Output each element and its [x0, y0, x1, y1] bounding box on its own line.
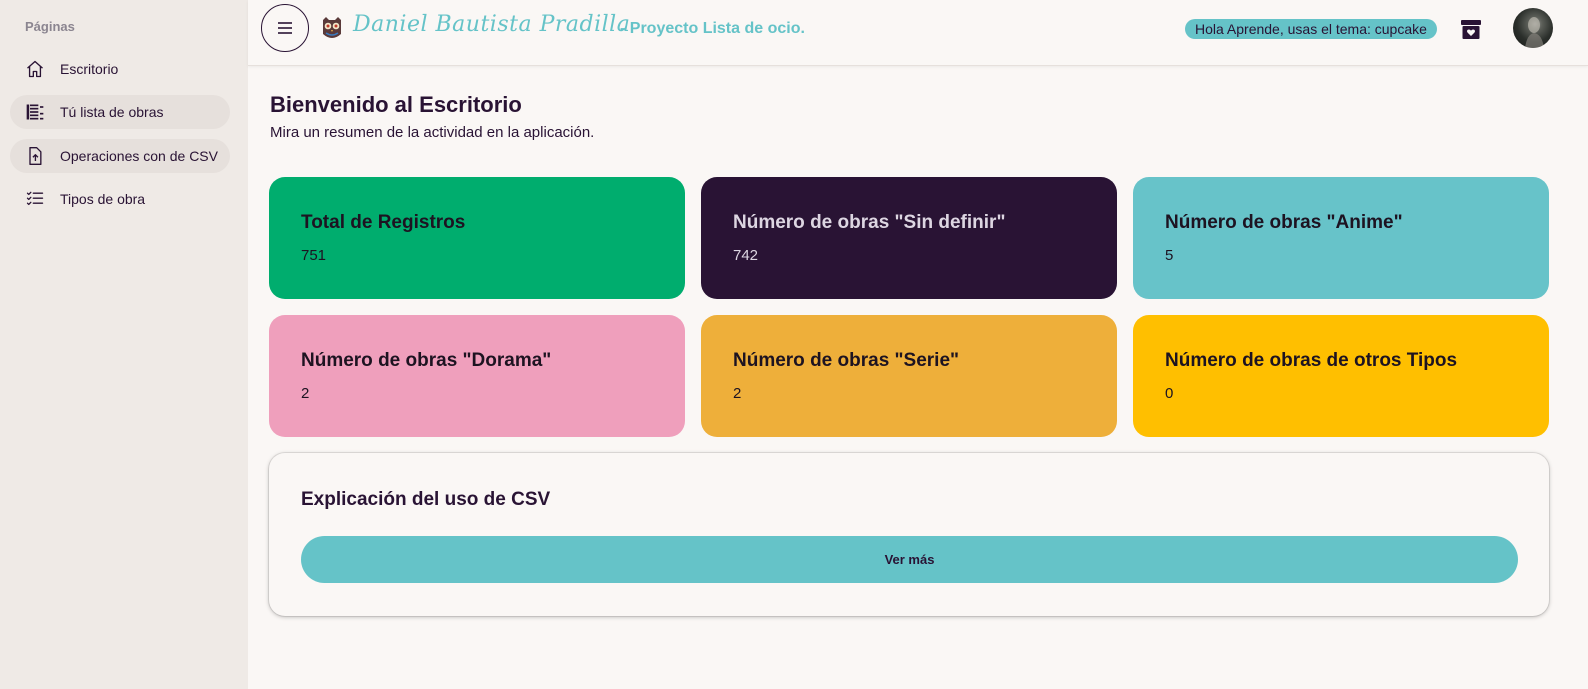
stat-card-sin-definir: Número de obras "Sin definir" 742 — [701, 177, 1117, 299]
stat-card-serie: Número de obras "Serie" 2 — [701, 315, 1117, 437]
archive-heart-icon[interactable] — [1459, 17, 1483, 41]
top-navbar: Daniel Bautista Pradilla - Proyecto List… — [248, 0, 1588, 66]
csv-card-title: Explicación del uso de CSV — [301, 489, 551, 510]
menu-toggle-button[interactable] — [261, 4, 309, 52]
sidebar-item-csv[interactable]: Operaciones con de CSV — [10, 139, 230, 173]
stat-title: Total de Registros — [301, 212, 466, 233]
stat-value: 2 — [733, 385, 742, 402]
page-subtitle: Mira un resumen de la actividad en la ap… — [270, 124, 595, 141]
page-title: Bienvenido al Escritorio — [270, 92, 522, 117]
ver-mas-button[interactable]: Ver más — [301, 536, 1518, 583]
hamburger-icon — [278, 22, 292, 34]
stat-card-otros: Número de obras de otros Tipos 0 — [1133, 315, 1549, 437]
stat-title: Número de obras "Sin definir" — [733, 212, 1006, 233]
sidebar-item-label: Tú lista de obras — [60, 104, 164, 120]
file-upload-icon — [24, 145, 46, 167]
stat-value: 2 — [301, 385, 310, 402]
owl-logo-icon — [321, 16, 343, 40]
home-icon — [24, 58, 46, 80]
stat-value: 0 — [1165, 385, 1174, 402]
stat-card-dorama: Número de obras "Dorama" 2 — [269, 315, 685, 437]
stat-title: Número de obras "Anime" — [1165, 212, 1403, 233]
stat-title: Número de obras "Serie" — [733, 350, 960, 371]
brand-name: Daniel Bautista Pradilla — [353, 12, 631, 37]
stat-value: 5 — [1165, 247, 1174, 264]
stat-title: Número de obras de otros Tipos — [1165, 350, 1458, 371]
checklist-icon — [24, 188, 46, 210]
stat-title: Número de obras "Dorama" — [301, 350, 552, 371]
sidebar: Páginas Escritorio Tú lista de obras Ope… — [0, 0, 248, 689]
sidebar-item-label: Operaciones con de CSV — [60, 148, 218, 164]
sidebar-title: Páginas — [25, 19, 75, 34]
stat-value: 751 — [301, 247, 327, 264]
sidebar-item-label: Tipos de obra — [60, 191, 146, 207]
sidebar-item-lista-obras[interactable]: Tú lista de obras — [10, 95, 230, 129]
csv-info-card: Explicación del uso de CSV Ver más — [269, 453, 1549, 616]
brand-subtitle: - Proyecto Lista de ocio. — [620, 20, 805, 37]
sidebar-item-label: Escritorio — [60, 61, 119, 77]
list-icon — [24, 101, 46, 123]
theme-badge: Hola Aprende, usas el tema: cupcake — [1185, 19, 1437, 39]
sidebar-item-escritorio[interactable]: Escritorio — [10, 52, 230, 86]
stat-value: 742 — [733, 247, 759, 264]
user-avatar[interactable] — [1513, 8, 1553, 48]
stat-card-total: Total de Registros 751 — [269, 177, 685, 299]
sidebar-item-tipos-obra[interactable]: Tipos de obra — [10, 182, 230, 216]
stat-card-anime: Número de obras "Anime" 5 — [1133, 177, 1549, 299]
